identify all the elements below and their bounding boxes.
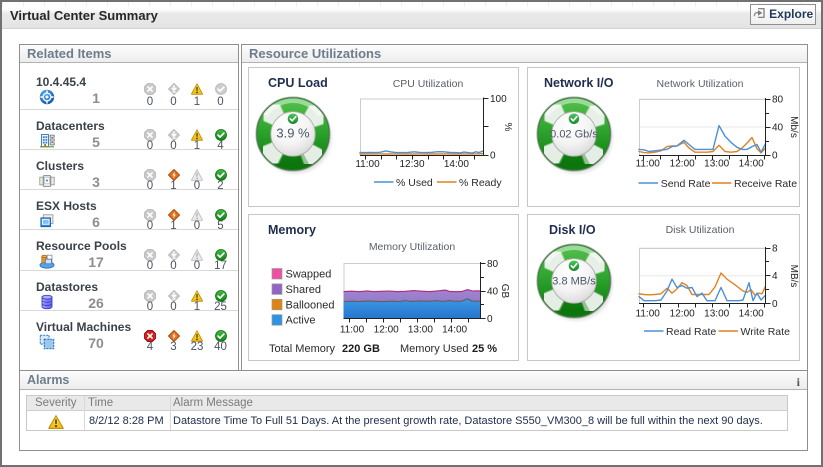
svg-text:0: 0 [772, 151, 778, 162]
svg-text:Memory Utilization: Memory Utilization [369, 241, 456, 253]
svg-text:4: 4 [772, 271, 778, 282]
svg-text:14:00: 14:00 [739, 159, 764, 170]
svg-text:Memory Used: Memory Used [400, 343, 468, 355]
svg-text:40: 40 [772, 123, 784, 134]
svg-text:Write Rate: Write Rate [741, 326, 791, 338]
svg-text:Swapped: Swapped [286, 269, 332, 281]
svg-text:8: 8 [772, 244, 778, 255]
svg-text:14:00: 14:00 [442, 325, 467, 336]
svg-text:14:00: 14:00 [444, 159, 469, 170]
svg-text:Network Utilization: Network Utilization [657, 78, 744, 90]
svg-text:Ballooned: Ballooned [286, 299, 335, 311]
svg-text:GB: GB [499, 284, 510, 299]
svg-text:13:00: 13:00 [704, 309, 729, 320]
svg-text:0: 0 [487, 314, 493, 325]
svg-text:12:00: 12:00 [374, 325, 399, 336]
svg-text:Read Rate: Read Rate [666, 326, 716, 338]
svg-text:12:30: 12:30 [399, 159, 424, 170]
svg-text:0: 0 [490, 151, 496, 162]
svg-text:14:00: 14:00 [739, 309, 764, 320]
svg-text:% Used: % Used [396, 177, 433, 189]
svg-text:11:00: 11:00 [355, 159, 380, 170]
svg-text:12:00: 12:00 [670, 309, 695, 320]
svg-text:Shared: Shared [286, 284, 321, 296]
svg-text:CPU Utilization: CPU Utilization [393, 78, 464, 90]
svg-text:11:00: 11:00 [636, 309, 661, 320]
svg-text:Disk Utilization: Disk Utilization [666, 224, 735, 236]
svg-text:12:00: 12:00 [670, 159, 695, 170]
svg-text:13:00: 13:00 [408, 325, 433, 336]
svg-text:80: 80 [772, 95, 784, 106]
svg-text:Receive Rate: Receive Rate [734, 178, 797, 190]
svg-text:11:00: 11:00 [636, 159, 661, 170]
svg-text:100: 100 [490, 94, 507, 105]
svg-text:40: 40 [487, 287, 499, 298]
svg-text:MB/s: MB/s [788, 265, 799, 288]
svg-text:% Ready: % Ready [459, 177, 502, 189]
svg-text:0: 0 [772, 299, 778, 310]
svg-text:11:00: 11:00 [340, 325, 365, 336]
svg-text:Total Memory: Total Memory [269, 343, 336, 355]
svg-text:80: 80 [487, 259, 499, 270]
svg-text:%: % [502, 123, 513, 132]
svg-text:13:00: 13:00 [704, 159, 729, 170]
svg-text:Mb/s: Mb/s [788, 116, 799, 138]
svg-text:Send Rate: Send Rate [661, 178, 711, 190]
svg-text:220 GB: 220 GB [342, 343, 380, 355]
svg-text:Active: Active [286, 315, 316, 327]
svg-text:25 %: 25 % [472, 343, 497, 355]
